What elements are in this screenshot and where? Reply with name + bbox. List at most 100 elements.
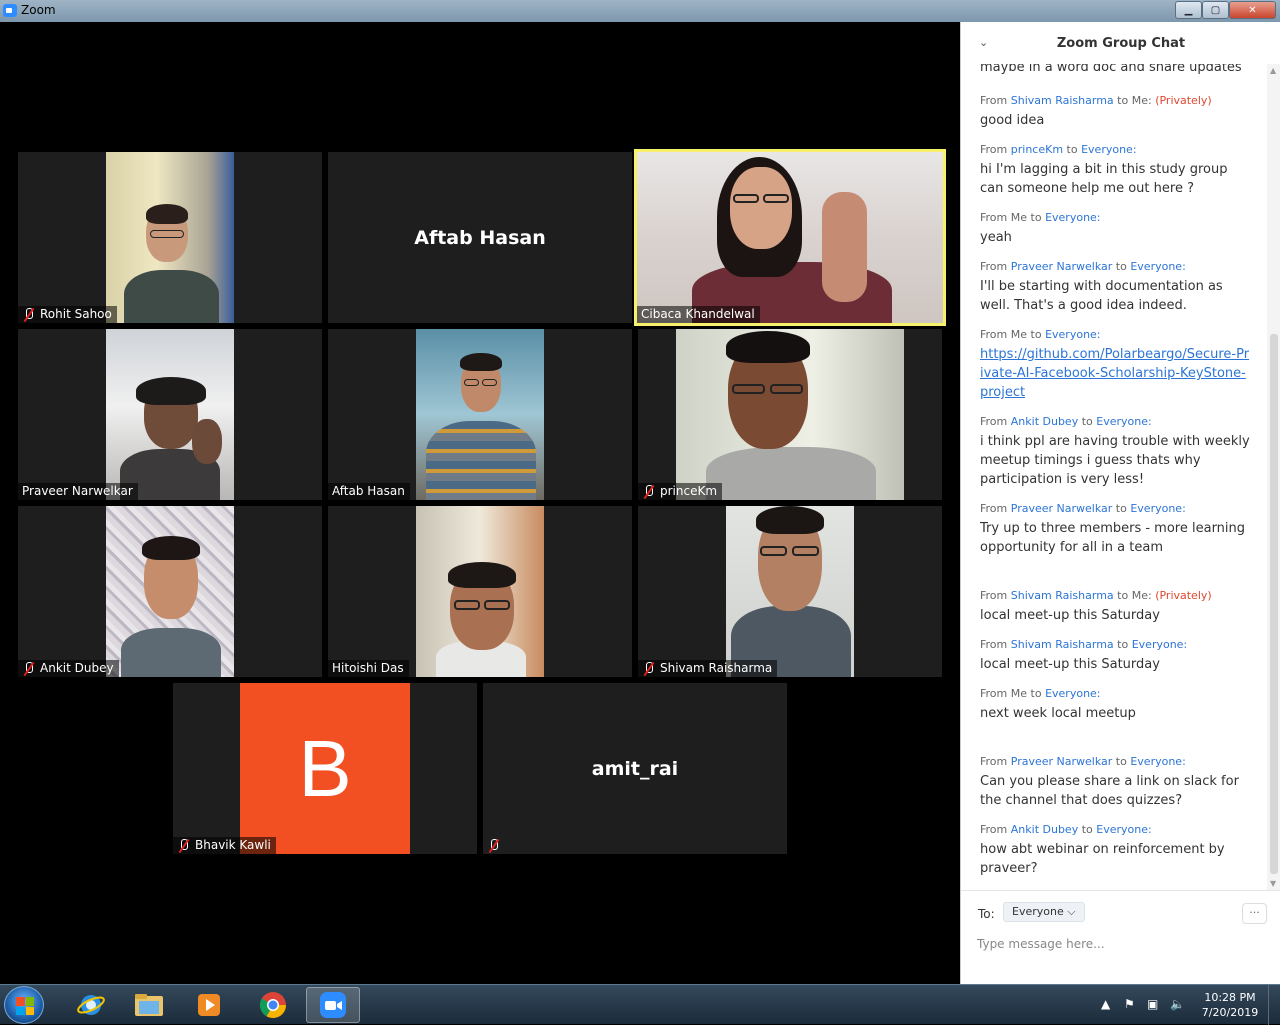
participant-figure [676,329,904,500]
participant-tile[interactable]: B Bhavik Kawli [173,683,477,854]
participant-tile[interactable]: Aftab Hasan [328,329,632,500]
participant-tile[interactable]: Aftab Hasan [328,152,632,323]
from-label: From [980,328,1008,341]
participant-tile[interactable]: princeKm [638,329,942,500]
chat-message-meta: From Shivam Raisharma to Me: (Privately) [980,589,1250,603]
chat-message-input[interactable] [977,933,1267,955]
participant-tile[interactable]: Hitoishi Das [328,506,632,677]
chat-message-meta: From Praveer Narwelkar to Everyone: [980,755,1250,769]
to-word: to [1115,502,1127,515]
participant-name: princeKm [660,484,718,498]
sender-name: princeKm [1010,143,1064,156]
from-label: From [980,143,1008,156]
scrollbar-thumb[interactable] [1270,334,1278,874]
from-label: From [980,415,1008,428]
chat-message-meta: From Ankit Dubey to Everyone: [980,823,1250,837]
close-button[interactable]: ✕ [1229,1,1276,19]
participant-name: Aftab Hasan [332,484,405,498]
private-badge: (Privately) [1155,589,1212,602]
participant-nametag: Praveer Narwelkar [18,483,138,500]
chat-message: From princeKm to Everyone: hi I'm lagging… [980,143,1250,198]
participant-tile[interactable]: Shivam Raisharma [638,506,942,677]
action-center-flag-icon[interactable]: ⚑ [1124,997,1135,1011]
participant-tile[interactable]: Rohit Sahoo [18,152,322,323]
chat-message-list[interactable]: maybe in a word doc and share updates Fro… [961,64,1267,890]
participant-tile[interactable]: Ankit Dubey [18,506,322,677]
chat-message: From Ankit Dubey to Everyone: how abt web… [980,823,1250,878]
chat-link[interactable]: https://github.com/Polarbeargo/Secure-Pr… [980,347,1249,400]
chat-message-meta: From Praveer Narwelkar to Everyone: [980,502,1250,516]
recipient-name: Everyone: [1130,502,1186,515]
taskbar-chrome-icon[interactable] [246,987,300,1023]
participant-name: Hitoishi Das [332,661,404,675]
chat-message-text: how abt webinar on reinforcement by prav… [980,842,1225,876]
participant-figure [106,506,234,677]
participant-nametag: Shivam Raisharma [638,660,778,677]
participant-name: Ankit Dubey [40,661,114,675]
participant-nametag: Ankit Dubey [18,660,119,677]
muted-mic-icon [177,838,190,853]
participant-name: Cibaca Khandelwal [641,307,755,321]
chat-message-text: hi I'm lagging a bit in this study group… [980,162,1228,196]
participant-nametag: Cibaca Khandelwal [637,306,760,323]
from-label: From [980,94,1008,107]
chat-scrollbar[interactable]: ▲ ▼ [1267,64,1280,890]
recipient-name: Everyone: [1096,823,1152,836]
participant-video [416,329,544,500]
chat-message: From Praveer Narwelkar to Everyone: Can y… [980,755,1250,810]
avatar: B [240,683,410,854]
taskbar-zoom-icon[interactable] [306,987,360,1023]
sender-name: Me [1010,211,1028,224]
chat-message-meta: From Me to Everyone: [980,687,1250,701]
from-label: From [980,260,1008,273]
maximize-button[interactable]: ▢ [1202,1,1229,19]
network-icon[interactable]: ▣ [1147,997,1158,1011]
chat-message: From Ankit Dubey to Everyone: i think ppl… [980,415,1250,489]
recipient-name: Everyone: [1045,687,1101,700]
volume-icon[interactable]: 🔈 [1170,997,1185,1011]
participant-figure [416,506,544,677]
taskbar-media-player-icon[interactable] [182,987,236,1023]
chat-message: From Praveer Narwelkar to Everyone: I'll … [980,260,1250,315]
recipient-select[interactable]: Everyone ⌵ [1003,902,1085,922]
participant-video [726,506,854,677]
to-word: to [1117,638,1129,651]
show-desktop-button[interactable] [1268,985,1280,1025]
video-gallery: Rohit Sahoo Aftab Hasan Cibaca Khandelwa… [0,22,960,984]
chat-message-meta: From Me to Everyone: [980,211,1250,225]
recipient-name: Everyone: [1131,638,1188,651]
chat-message: From Me to Everyone: https://github.com/P… [980,328,1250,402]
recipient-name: Me: [1131,589,1152,602]
participant-tile-active-speaker[interactable]: Cibaca Khandelwal [634,149,946,326]
taskbar-internet-explorer-icon[interactable] [64,987,118,1023]
chat-footer: To: Everyone ⌵ ··· [961,890,1280,984]
private-badge: (Privately) [1155,94,1212,107]
taskbar-clock[interactable]: 10:28 PM 7/20/2019 [1196,990,1264,1020]
participant-nametag [483,837,510,854]
scroll-down-icon[interactable]: ▼ [1270,879,1276,888]
participant-tile[interactable]: Praveer Narwelkar [18,329,322,500]
start-button[interactable] [4,986,44,1024]
participant-nametag: Rohit Sahoo [18,306,117,323]
participant-video [106,152,234,323]
chat-message-text: next week local meetup [980,706,1136,721]
sender-name: Me [1010,328,1028,341]
sender-name: Ankit Dubey [1010,415,1079,428]
muted-mic-icon [22,307,35,322]
participant-tile[interactable]: amit_rai [483,683,787,854]
from-label: From [980,638,1008,651]
show-hidden-icons-icon[interactable]: ▲ [1101,997,1110,1011]
sender-name: Shivam Raisharma [1010,94,1114,107]
more-options-button[interactable]: ··· [1242,903,1267,924]
participant-figure [416,329,544,500]
to-word: to [1030,328,1042,341]
chat-message-text: Can you please share a link on slack for… [980,774,1239,808]
scroll-up-icon[interactable]: ▲ [1270,66,1276,75]
chat-title: Zoom Group Chat [1056,36,1186,51]
window-titlebar: Zoom ▁ ▢ ✕ [0,0,1280,22]
participant-center-name: amit_rai [591,757,679,780]
taskbar-file-explorer-icon[interactable] [122,987,176,1023]
muted-mic-icon [487,838,500,853]
windows-taskbar: ▲ ⚑ ▣ 🔈 10:28 PM 7/20/2019 [0,984,1280,1025]
minimize-button[interactable]: ▁ [1175,1,1202,19]
